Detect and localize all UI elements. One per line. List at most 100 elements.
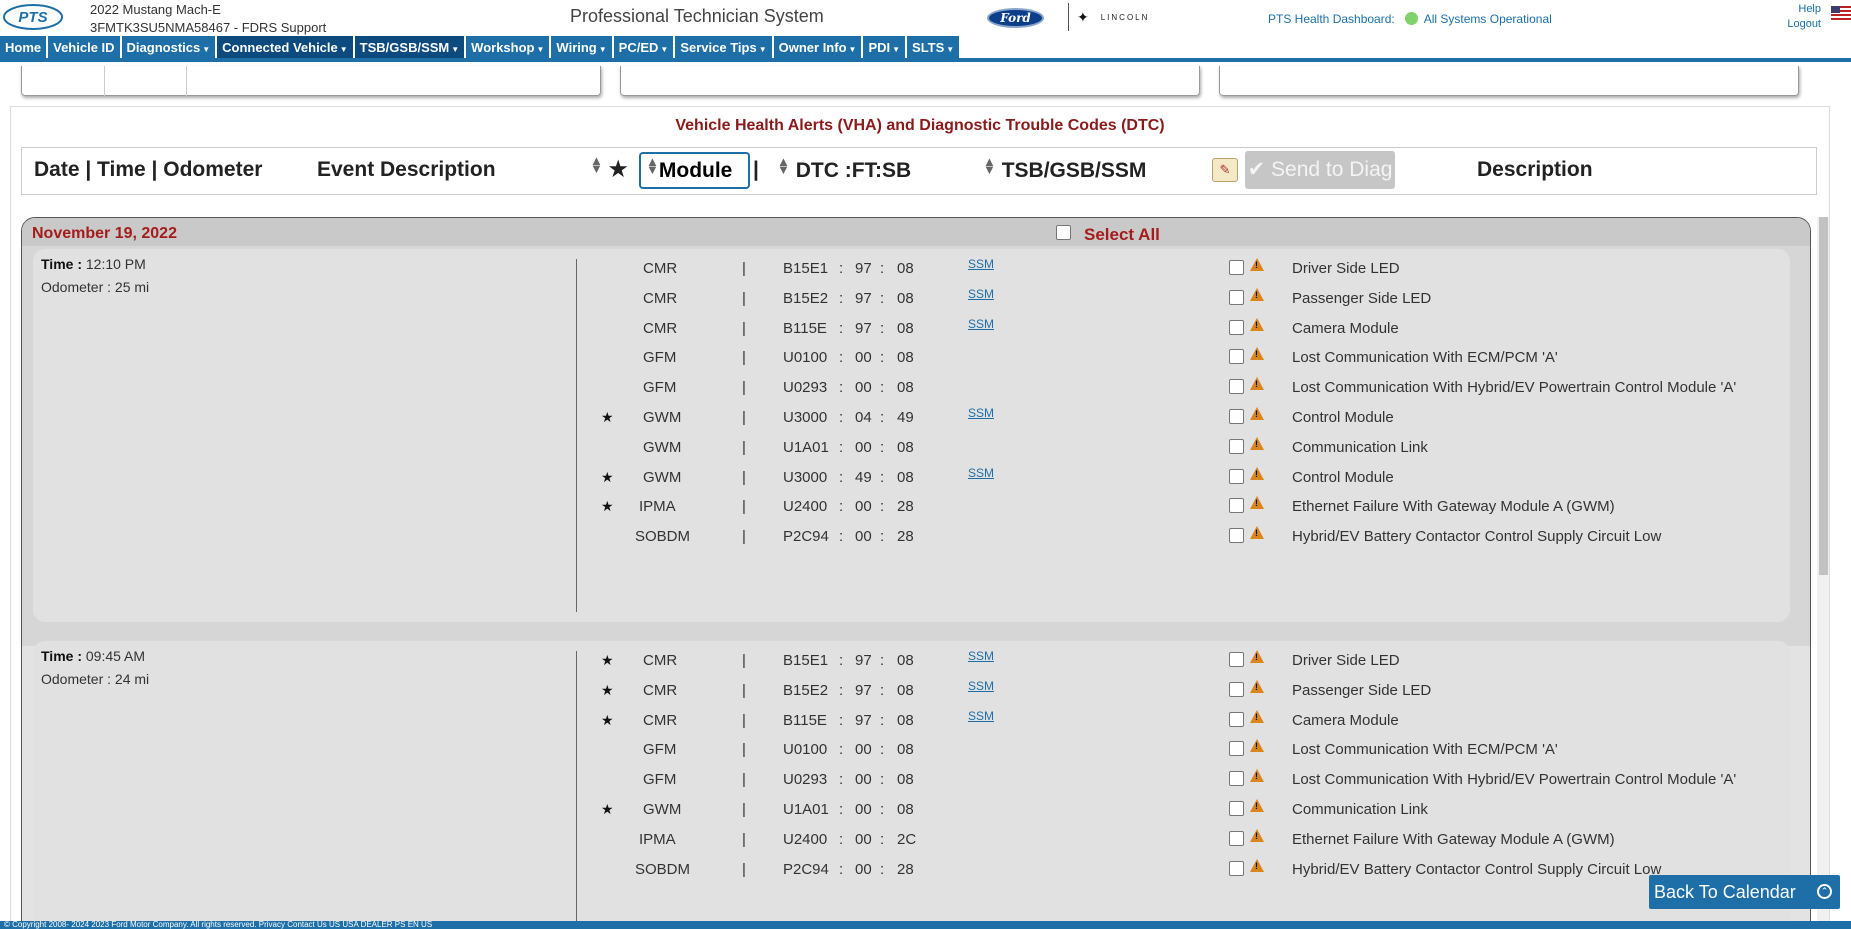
module-sort-button[interactable]: ▲ ▼Module bbox=[639, 152, 750, 189]
row-checkbox[interactable] bbox=[1229, 289, 1244, 305]
col-dtc-label: DTC :FT:SB bbox=[795, 159, 912, 182]
favorite-star-icon[interactable]: ★ bbox=[601, 652, 614, 669]
row-checkbox[interactable] bbox=[1229, 468, 1244, 484]
row-checkbox[interactable] bbox=[1229, 741, 1244, 757]
summary-cards bbox=[0, 66, 1851, 98]
select-all-checkbox[interactable] bbox=[1056, 225, 1071, 240]
favorite-star-icon[interactable]: ★ bbox=[601, 682, 614, 699]
favorite-star-icon[interactable]: ★ bbox=[601, 712, 614, 729]
nav-workshop[interactable]: Workshop ▼ bbox=[466, 36, 550, 58]
favorite-star-icon[interactable]: ★ bbox=[601, 469, 614, 486]
health-dashboard[interactable]: PTS Health Dashboard: All Systems Operati… bbox=[1268, 12, 1552, 26]
caret-down-icon: ▼ bbox=[848, 45, 857, 54]
warning-icon bbox=[1250, 799, 1264, 812]
row-checkbox[interactable] bbox=[1229, 349, 1244, 365]
warning-icon bbox=[1250, 679, 1264, 693]
table-row: GFM|U0100:00:08Lost Communication With E… bbox=[33, 734, 1790, 764]
row-checkbox[interactable] bbox=[1229, 319, 1244, 335]
ssm-link[interactable]: SSM bbox=[968, 679, 994, 693]
table-row: ★CMR|B15E2:97:08SSMPassenger Side LED bbox=[33, 675, 1790, 705]
logout-link[interactable]: Logout bbox=[1787, 17, 1821, 32]
nav-slts[interactable]: SLTS ▼ bbox=[907, 36, 960, 58]
col-tsb-label: TSB/GSB/SSM bbox=[1001, 159, 1147, 182]
send-to-diag-button[interactable]: ✔ Send to Diag bbox=[1245, 151, 1395, 189]
col-separator: | bbox=[742, 409, 746, 426]
ssm-link[interactable]: SSM bbox=[968, 257, 994, 271]
nav-connected-vehicle[interactable]: Connected Vehicle ▼ bbox=[217, 36, 353, 58]
col-date[interactable]: Date | Time | Odometer bbox=[34, 158, 262, 182]
ssm-link[interactable]: SSM bbox=[968, 709, 994, 723]
row-checkbox[interactable] bbox=[1229, 681, 1244, 697]
nav-label: SLTS bbox=[912, 40, 945, 55]
nav-pdi[interactable]: PDI ▼ bbox=[863, 36, 906, 58]
col-separator: | bbox=[742, 319, 746, 337]
nav-tsb[interactable]: TSB/GSB/SSM ▼ bbox=[354, 36, 465, 58]
help-logout: Help Logout bbox=[1787, 2, 1821, 32]
ssm-link[interactable]: SSM bbox=[968, 466, 994, 480]
row-checkbox[interactable] bbox=[1229, 379, 1244, 395]
us-flag-icon[interactable] bbox=[1831, 6, 1851, 20]
col-separator: | bbox=[742, 771, 746, 789]
scroll-thumb[interactable] bbox=[1819, 217, 1828, 575]
failure-type: 04 bbox=[855, 409, 872, 426]
nav-diagnostics[interactable]: Diagnostics ▼ bbox=[121, 36, 216, 58]
module-code: CMR bbox=[643, 652, 678, 669]
status-byte: 08 bbox=[897, 289, 914, 307]
health-label: PTS Health Dashboard: bbox=[1268, 12, 1395, 26]
nav-wiring[interactable]: Wiring ▼ bbox=[551, 36, 612, 58]
nav-owner-info[interactable]: Owner Info ▼ bbox=[773, 36, 862, 58]
back-to-calendar-button[interactable]: Back To Calendar ⌃ bbox=[1649, 875, 1840, 909]
col-description: Description bbox=[1477, 158, 1593, 181]
warning-icon bbox=[1250, 769, 1264, 783]
row-checkbox[interactable] bbox=[1229, 438, 1244, 454]
row-checkbox[interactable] bbox=[1229, 260, 1244, 275]
favorite-star-icon[interactable]: ★ bbox=[601, 498, 614, 515]
favorite-star-icon[interactable]: ★ bbox=[601, 801, 614, 818]
nav-home[interactable]: Home bbox=[0, 36, 47, 58]
module-code: GWM bbox=[643, 409, 682, 426]
pts-logo[interactable]: PTS bbox=[2, 2, 64, 32]
failure-type: 00 bbox=[855, 771, 872, 789]
table-row: CMR|B115E:97:08SSMCamera Module bbox=[33, 313, 1790, 343]
col-dtc[interactable]: ▲ ▼ DTC :FT:SB bbox=[777, 155, 912, 183]
nav-vehicle-id[interactable]: Vehicle ID bbox=[48, 36, 120, 58]
ssm-link[interactable]: SSM bbox=[968, 406, 994, 420]
ssm-link[interactable]: SSM bbox=[968, 317, 994, 331]
row-checkbox[interactable] bbox=[1229, 652, 1244, 667]
dtc-description: Passenger Side LED bbox=[1292, 681, 1432, 699]
dtc-description: Communication Link bbox=[1292, 438, 1428, 456]
ssm-link[interactable]: SSM bbox=[968, 287, 994, 301]
caret-down-icon: ▼ bbox=[451, 45, 460, 54]
health-status[interactable]: All Systems Operational bbox=[1424, 12, 1552, 26]
favorite-star-icon[interactable]: ★ bbox=[601, 409, 614, 426]
row-checkbox[interactable] bbox=[1229, 771, 1244, 787]
ssm-link[interactable]: SSM bbox=[968, 649, 994, 663]
module-code: IPMA bbox=[639, 830, 676, 848]
row-checkbox[interactable] bbox=[1229, 409, 1244, 424]
sort-controls[interactable]: ▲ ▼ ★ bbox=[590, 154, 628, 182]
nav-label: Diagnostics bbox=[126, 40, 201, 55]
dtc-list[interactable]: November 19, 2022 Select All Time : 12:1… bbox=[21, 217, 1811, 929]
ft-sep: : bbox=[839, 349, 844, 367]
back-label: Back To Calendar bbox=[1654, 882, 1796, 902]
vertical-scrollbar[interactable] bbox=[1817, 217, 1829, 929]
notes-icon[interactable]: ✎ bbox=[1212, 158, 1238, 182]
row-checkbox[interactable] bbox=[1229, 860, 1244, 876]
table-row: GFM|U0293:00:08Lost Communication With H… bbox=[33, 372, 1790, 402]
nav-label: TSB/GSB/SSM bbox=[359, 40, 450, 55]
table-header: Date | Time | Odometer Event Description… bbox=[21, 147, 1817, 195]
nav-pced[interactable]: PC/ED ▼ bbox=[613, 36, 674, 58]
row-checkbox[interactable] bbox=[1229, 711, 1244, 727]
col-tsb[interactable]: ▲ ▼ TSB/GSB/SSM bbox=[983, 155, 1147, 183]
module-code: CMR bbox=[643, 319, 678, 337]
select-all-label[interactable]: Select All bbox=[1084, 225, 1160, 245]
help-link[interactable]: Help bbox=[1787, 2, 1821, 17]
row-checkbox[interactable] bbox=[1229, 528, 1244, 544]
nav-service-tips[interactable]: Service Tips ▼ bbox=[675, 36, 772, 58]
row-checkbox[interactable] bbox=[1229, 498, 1244, 514]
row-checkbox[interactable] bbox=[1229, 830, 1244, 846]
table-row: CMR|B15E2:97:08SSMPassenger Side LED bbox=[33, 283, 1790, 313]
failure-type: 00 bbox=[855, 379, 872, 397]
sb-sep: : bbox=[880, 830, 885, 848]
row-checkbox[interactable] bbox=[1229, 801, 1244, 816]
